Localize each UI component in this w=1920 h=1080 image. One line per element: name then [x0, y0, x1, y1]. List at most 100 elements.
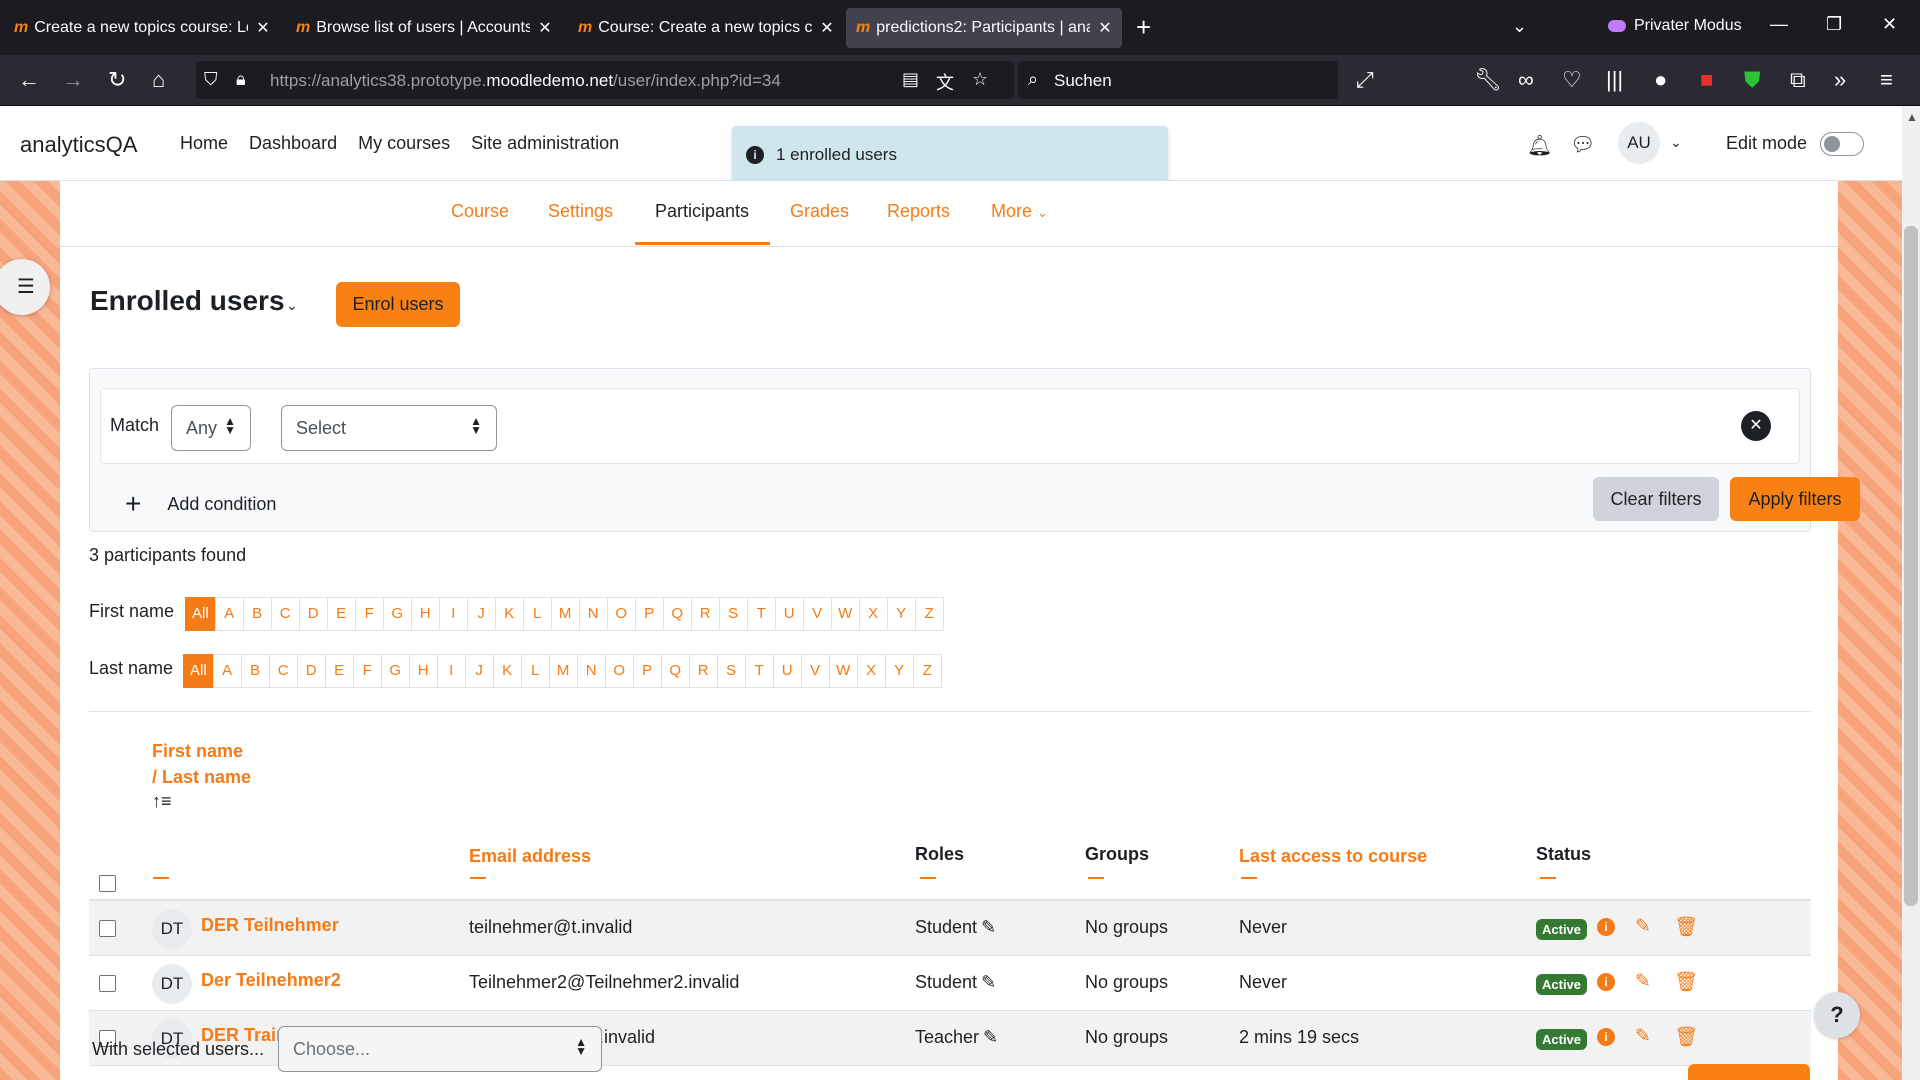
hide-column-icon[interactable]	[1540, 877, 1556, 879]
shield-icon[interactable]: ⛉	[204, 69, 218, 90]
remove-filter-icon[interactable]: ✕	[1741, 411, 1771, 441]
close-icon[interactable]: ✕	[538, 18, 551, 38]
chevron-down-icon[interactable]: ⌄	[1512, 16, 1527, 37]
sort-ascending-icon[interactable]: ↑≡	[152, 791, 172, 812]
initial-letter[interactable]: R	[688, 654, 718, 688]
bookmark-star-icon[interactable]: ☆	[972, 69, 988, 90]
close-window-icon[interactable]: ✕	[1882, 14, 1897, 35]
initial-letter[interactable]: T	[746, 597, 776, 631]
shield-extension-icon[interactable]: ⛊	[1744, 67, 1761, 93]
initial-letter[interactable]: D	[296, 654, 326, 688]
edit-mode-toggle[interactable]	[1820, 132, 1864, 156]
initial-letter[interactable]: A	[214, 597, 244, 631]
info-icon[interactable]: i	[1597, 1028, 1615, 1046]
tab-course[interactable]: Course	[451, 201, 509, 222]
initial-letter[interactable]: O	[604, 654, 634, 688]
info-icon[interactable]: i	[1597, 973, 1615, 991]
bell-icon[interactable]: 🔔︎	[1527, 133, 1552, 158]
hide-column-icon[interactable]	[470, 877, 486, 879]
sort-last-access[interactable]: Last access to course	[1239, 846, 1427, 867]
forward-icon[interactable]: →	[62, 67, 84, 93]
reload-icon[interactable]: ↻	[108, 67, 126, 93]
initial-letter[interactable]: Y	[884, 654, 914, 688]
expand-icon[interactable]: ⤢	[1356, 67, 1374, 93]
initial-letter[interactable]: X	[856, 654, 886, 688]
initial-letter[interactable]: Q	[662, 597, 692, 631]
hide-column-icon[interactable]	[1241, 877, 1257, 879]
back-icon[interactable]: ←	[18, 67, 40, 93]
url-text[interactable]: https://analytics38.prototype.moodledemo…	[270, 71, 781, 91]
partially-visible-button[interactable]	[1688, 1064, 1810, 1080]
overflow-icon[interactable]: »	[1834, 67, 1846, 93]
initial-letter[interactable]: W	[828, 654, 858, 688]
initial-letter[interactable]: S	[718, 597, 748, 631]
select-all-checkbox[interactable]	[99, 875, 116, 892]
browser-tab-active[interactable]: m predictions2: Participants | analy ✕	[846, 8, 1122, 48]
user-avatar[interactable]: AU	[1618, 122, 1660, 164]
tab-grades[interactable]: Grades	[790, 201, 849, 222]
address-bar[interactable]: ⛉ 🔒︎ https://analytics38.prototype.moodl…	[196, 61, 1014, 99]
initial-letter[interactable]: Z	[914, 597, 944, 631]
pocket-icon[interactable]: ♡	[1562, 67, 1582, 93]
help-button[interactable]: ?	[1814, 992, 1860, 1038]
new-tab-icon[interactable]: +	[1136, 14, 1151, 40]
row-checkbox[interactable]	[99, 975, 116, 992]
apply-filters-button[interactable]: Apply filters	[1730, 477, 1860, 521]
initial-letter[interactable]: I	[438, 597, 468, 631]
initial-letter[interactable]: P	[632, 654, 662, 688]
row-checkbox[interactable]	[99, 920, 116, 937]
search-input[interactable]: ⌕ Suchen	[1018, 61, 1338, 99]
tab-participants[interactable]: Participants	[655, 201, 749, 222]
hide-column-icon[interactable]	[1088, 877, 1104, 879]
initial-letter[interactable]: Y	[886, 597, 916, 631]
scroll-up-icon[interactable]: ▲	[1906, 110, 1918, 124]
tab-reports[interactable]: Reports	[887, 201, 950, 222]
initial-letter[interactable]: M	[548, 654, 578, 688]
initial-letter[interactable]: P	[634, 597, 664, 631]
initial-letter[interactable]: K	[494, 597, 524, 631]
sort-first-name[interactable]: First name	[152, 741, 243, 762]
edit-enrolment-icon[interactable]: ✎	[1635, 1025, 1651, 1048]
library-icon[interactable]: |||	[1606, 67, 1623, 93]
close-icon[interactable]: ✕	[256, 18, 269, 38]
close-icon[interactable]: ✕	[820, 18, 833, 38]
trash-icon[interactable]: 🗑︎	[1674, 970, 1698, 994]
initial-letter[interactable]: B	[240, 654, 270, 688]
user-name-link[interactable]: DER Teilnehmer	[201, 915, 339, 936]
scrollbar-thumb[interactable]	[1904, 226, 1918, 906]
initial-letter[interactable]: N	[576, 654, 606, 688]
initial-letter[interactable]: I	[436, 654, 466, 688]
initial-letter[interactable]: H	[408, 654, 438, 688]
initial-letter[interactable]: M	[550, 597, 580, 631]
nav-home[interactable]: Home	[180, 133, 228, 154]
translate-icon[interactable]: 文	[936, 69, 954, 95]
initial-letter[interactable]: J	[466, 597, 496, 631]
initial-letter[interactable]: S	[716, 654, 746, 688]
bulk-action-select[interactable]: Choose... ▲ ▼	[278, 1026, 602, 1072]
initial-letter[interactable]: L	[522, 597, 552, 631]
initial-letter[interactable]: Q	[660, 654, 690, 688]
edit-enrolment-icon[interactable]: ✎	[1635, 970, 1651, 993]
site-brand[interactable]: analyticsQA	[20, 132, 137, 158]
initial-letter[interactable]: L	[520, 654, 550, 688]
initial-letter[interactable]: C	[268, 654, 298, 688]
pencil-icon[interactable]: ✎	[981, 917, 996, 937]
wrench-icon[interactable]: 🔧︎	[1474, 67, 1502, 93]
tab-more[interactable]: More ⌄	[991, 201, 1048, 222]
browser-tab[interactable]: m Browse list of users | Accounts | ✕	[286, 8, 562, 48]
match-select[interactable]: Any ▲ ▼	[171, 405, 251, 451]
user-name-link[interactable]: Der Teilnehmer2	[201, 970, 341, 991]
info-icon[interactable]: i	[1597, 918, 1615, 936]
initial-letter[interactable]: J	[464, 654, 494, 688]
initial-letter[interactable]: X	[858, 597, 888, 631]
initial-letter[interactable]: U	[774, 597, 804, 631]
lock-icon[interactable]: 🔒︎	[236, 69, 246, 90]
initial-letter[interactable]: V	[800, 654, 830, 688]
initial-letter[interactable]: N	[578, 597, 608, 631]
restore-icon[interactable]: ❐	[1826, 14, 1842, 35]
pencil-icon[interactable]: ✎	[983, 1027, 998, 1047]
trash-icon[interactable]: 🗑︎	[1674, 915, 1698, 939]
hide-column-icon[interactable]	[920, 877, 936, 879]
trash-icon[interactable]: 🗑︎	[1674, 1025, 1698, 1049]
initial-letter[interactable]: G	[380, 654, 410, 688]
